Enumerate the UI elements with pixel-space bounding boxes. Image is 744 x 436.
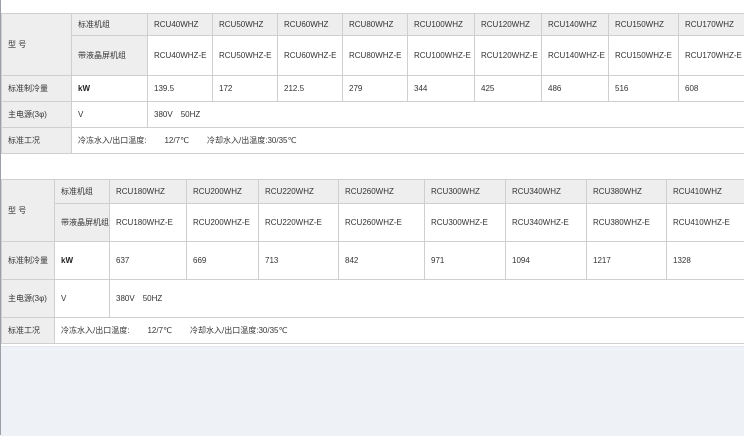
table1-lcd-model-cell: RCU80WHZ-E [343, 36, 408, 76]
window-left-edge [0, 0, 1, 435]
table1-power-label: 主电源(3φ) [2, 102, 72, 128]
table2-power-frequency: 50HZ [143, 294, 163, 303]
table2-chilled-water-label: 冷冻水入/出口温度: [61, 326, 129, 335]
table1-cooling-unit: kW [72, 76, 148, 102]
table2-cooling-value: 1094 [506, 242, 587, 280]
table2-model-cell: RCU410WHZ [667, 180, 744, 204]
table2-cooling-water-label: 冷却水入/出口温度: [190, 326, 258, 335]
table2-cooling-value: 637 [110, 242, 187, 280]
table1-cooling-value: 172 [213, 76, 278, 102]
table1-power-frequency: 50HZ [181, 110, 201, 119]
table1-model-label: 型 号 [2, 14, 72, 76]
table2-lcd-row: 带液晶屏机组 RCU180WHZ-E RCU200WHZ-E RCU220WHZ… [2, 204, 744, 242]
table2-model-cell: RCU380WHZ [587, 180, 667, 204]
page-background-panel [0, 346, 744, 436]
table2-condition-label: 标准工况 [2, 318, 55, 344]
table1-cooling-value: 486 [542, 76, 609, 102]
table1-cooling-value: 344 [408, 76, 475, 102]
table1-model-cell: RCU80WHZ [343, 14, 408, 36]
table1-condition-value: 冷冻水入/出口温度: 12/7℃ 冷却水入/出温度:30/35℃ [72, 128, 744, 154]
table1-lcd-model-cell: RCU150WHZ-E [609, 36, 679, 76]
table1-model-cell: RCU140WHZ [542, 14, 609, 36]
table1-chilled-water-value: 12/7℃ [164, 136, 189, 145]
table1-cooling-value: 608 [679, 76, 744, 102]
table1-standard-label: 标准机组 [72, 14, 148, 36]
table1-cooling-value: 139.5 [148, 76, 213, 102]
table2-model-cell: RCU180WHZ [110, 180, 187, 204]
table2-lcd-model-cell: RCU380WHZ-E [587, 204, 667, 242]
table2-chilled-water-value: 12/7℃ [147, 326, 172, 335]
table2-model-cell: RCU220WHZ [259, 180, 339, 204]
spec-table-2: 型 号 标准机组 RCU180WHZ RCU200WHZ RCU220WHZ R… [1, 179, 744, 344]
table1-model-cell: RCU170WHZ [679, 14, 744, 36]
table2-model-cell: RCU340WHZ [506, 180, 587, 204]
table1-model-cell: RCU100WHZ [408, 14, 475, 36]
table2-model-cell: RCU300WHZ [425, 180, 506, 204]
table2-cooling-water-value: 30/35℃ [258, 326, 287, 335]
table2-power-row: 主电源(3φ) V 380V 50HZ [2, 280, 744, 318]
spec-table-1: 型 号 标准机组 RCU40WHZ RCU50WHZ RCU60WHZ RCU8… [1, 13, 744, 154]
table1-model-cell: RCU150WHZ [609, 14, 679, 36]
table1-lcd-model-cell: RCU60WHZ-E [278, 36, 343, 76]
table1-standard-row: 型 号 标准机组 RCU40WHZ RCU50WHZ RCU60WHZ RCU8… [2, 14, 744, 36]
table2-cooling-value: 669 [187, 242, 259, 280]
table1-cooling-value: 516 [609, 76, 679, 102]
table1-cooling-water-label: 冷却水入/出温度: [207, 136, 267, 145]
table2-power-label: 主电源(3φ) [2, 280, 55, 318]
table1-lcd-row: 带液晶屏机组 RCU40WHZ-E RCU50WHZ-E RCU60WHZ-E … [2, 36, 744, 76]
table1-lcd-label: 带液晶屏机组 [72, 36, 148, 76]
table1-cooling-value: 212.5 [278, 76, 343, 102]
table2-condition-row: 标准工况 冷冻水入/出口温度: 12/7℃ 冷却水入/出口温度:30/35℃ [2, 318, 744, 344]
table1-cooling-water-value: 30/35℃ [267, 136, 296, 145]
table2-cooling-value: 971 [425, 242, 506, 280]
table1-model-cell: RCU40WHZ [148, 14, 213, 36]
table2-cooling-value: 842 [339, 242, 425, 280]
table2-power-unit: V [55, 280, 110, 318]
table1-cooling-row: 标准制冷量 kW 139.5 172 212.5 279 344 425 486… [2, 76, 744, 102]
table1-cooling-label: 标准制冷量 [2, 76, 72, 102]
table2-lcd-model-cell: RCU180WHZ-E [110, 204, 187, 242]
table2-lcd-model-cell: RCU260WHZ-E [339, 204, 425, 242]
table2-standard-label: 标准机组 [55, 180, 110, 204]
table2-lcd-model-cell: RCU300WHZ-E [425, 204, 506, 242]
table1-lcd-model-cell: RCU50WHZ-E [213, 36, 278, 76]
table1-model-cell: RCU60WHZ [278, 14, 343, 36]
table1-power-row: 主电源(3φ) V 380V 50HZ [2, 102, 744, 128]
table2-standard-row: 型 号 标准机组 RCU180WHZ RCU200WHZ RCU220WHZ R… [2, 180, 744, 204]
table2-lcd-label: 带液晶屏机组 [55, 204, 110, 242]
table1-condition-label: 标准工况 [2, 128, 72, 154]
table1-cooling-value: 279 [343, 76, 408, 102]
table2-cooling-label: 标准制冷量 [2, 242, 55, 280]
table2-cooling-value: 713 [259, 242, 339, 280]
table1-lcd-model-cell: RCU140WHZ-E [542, 36, 609, 76]
table2-model-cell: RCU260WHZ [339, 180, 425, 204]
table1-power-value: 380V 50HZ [148, 102, 744, 128]
table1-lcd-model-cell: RCU120WHZ-E [475, 36, 542, 76]
table1-model-cell: RCU120WHZ [475, 14, 542, 36]
table1-model-cell: RCU50WHZ [213, 14, 278, 36]
table2-cooling-value: 1217 [587, 242, 667, 280]
table2-cooling-row: 标准制冷量 kW 637 669 713 842 971 1094 1217 1… [2, 242, 744, 280]
table2-power-value: 380V 50HZ [110, 280, 744, 318]
table1-cooling-value: 425 [475, 76, 542, 102]
table1-power-unit: V [72, 102, 148, 128]
table2-lcd-model-cell: RCU220WHZ-E [259, 204, 339, 242]
table1-lcd-model-cell: RCU40WHZ-E [148, 36, 213, 76]
table1-power-voltage: 380V [154, 110, 173, 119]
table2-lcd-model-cell: RCU410WHZ-E [667, 204, 744, 242]
table2-cooling-unit: kW [55, 242, 110, 280]
table1-chilled-water-label: 冷冻水入/出口温度: [78, 136, 146, 145]
table2-model-label: 型 号 [2, 180, 55, 242]
table2-lcd-model-cell: RCU200WHZ-E [187, 204, 259, 242]
table2-lcd-model-cell: RCU340WHZ-E [506, 204, 587, 242]
table1-lcd-model-cell: RCU170WHZ-E [679, 36, 744, 76]
table2-model-cell: RCU200WHZ [187, 180, 259, 204]
table2-power-voltage: 380V [116, 294, 135, 303]
table2-cooling-value: 1328 [667, 242, 744, 280]
table1-condition-row: 标准工况 冷冻水入/出口温度: 12/7℃ 冷却水入/出温度:30/35℃ [2, 128, 744, 154]
table1-lcd-model-cell: RCU100WHZ-E [408, 36, 475, 76]
table2-condition-value: 冷冻水入/出口温度: 12/7℃ 冷却水入/出口温度:30/35℃ [55, 318, 744, 344]
